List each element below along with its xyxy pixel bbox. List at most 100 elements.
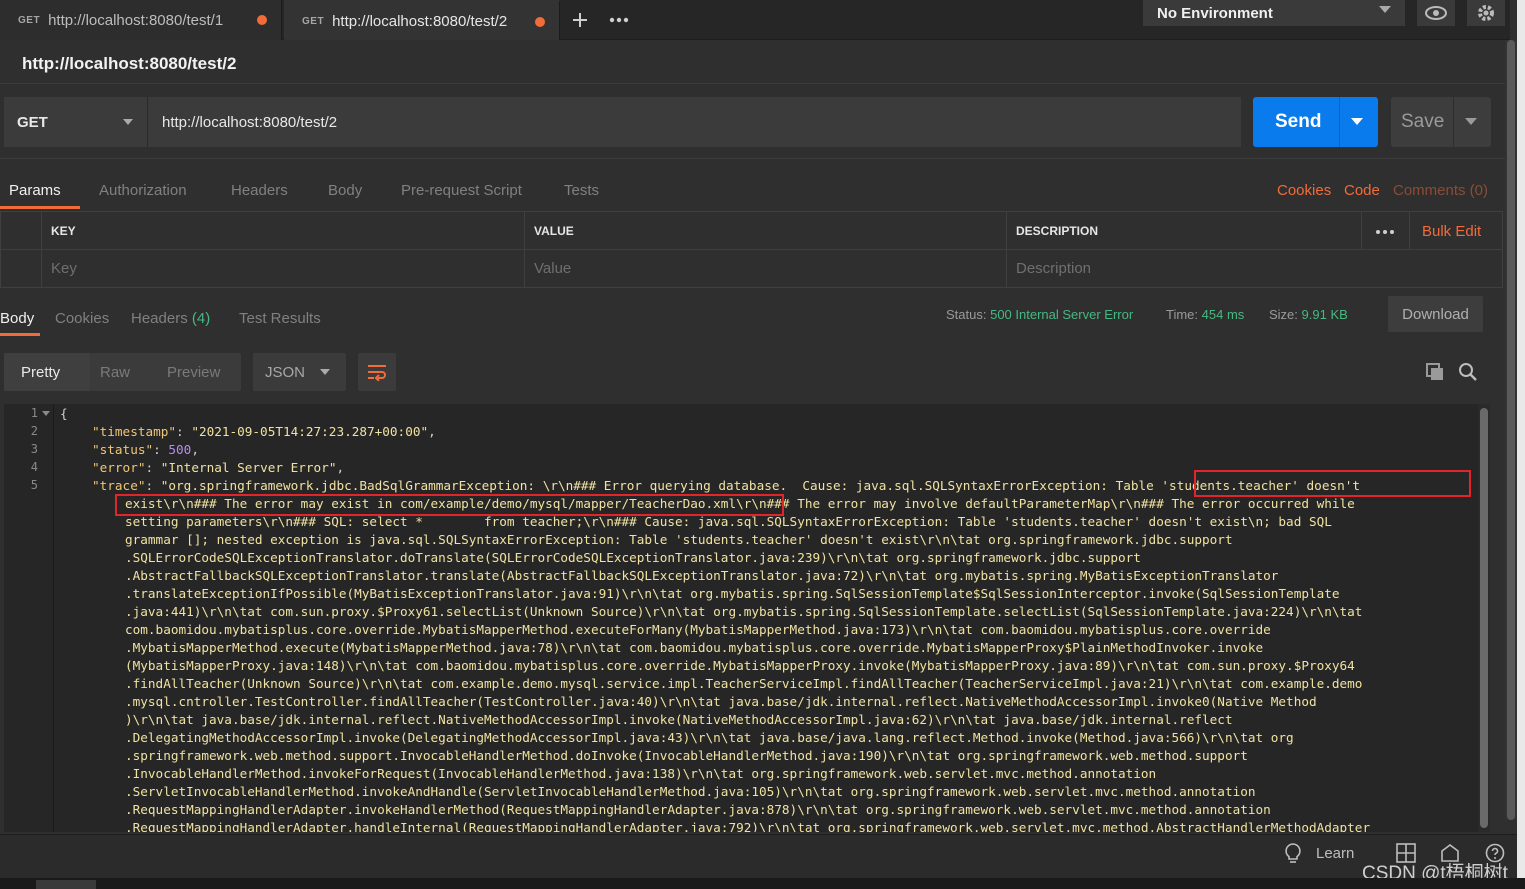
status-info: Status: 500 Internal Server Error	[946, 307, 1133, 322]
copy-icon	[1426, 363, 1443, 380]
chevron-down-icon	[320, 369, 330, 375]
request-tab-2[interactable]: GET http://localhost:8080/test/2	[284, 0, 560, 40]
new-tab-button[interactable]	[564, 4, 596, 36]
send-button[interactable]: Send	[1253, 97, 1378, 147]
request-tab-1[interactable]: GET http://localhost:8080/test/1	[0, 0, 282, 40]
format-select[interactable]: JSON	[253, 353, 346, 391]
format-label: JSON	[265, 363, 306, 381]
view-mode-selector: Pretty Raw Preview	[4, 353, 241, 391]
trace-line: .java:441)\r\n\tat com.sun.proxy.$Proxy6…	[125, 604, 1363, 619]
download-button[interactable]: Download	[1388, 296, 1483, 332]
environment-quick-look-button[interactable]	[1417, 0, 1455, 26]
line-number-gutter: 1 2 3 4 5	[4, 404, 54, 832]
line-number: 4	[30, 460, 38, 474]
status-value[interactable]: 500 Internal Server Error	[990, 307, 1133, 322]
headers-count-badge: (4)	[191, 310, 211, 327]
line-number: 3	[30, 442, 38, 456]
trace-line: .mysql.cntroller.TestController.findAllT…	[125, 694, 1317, 709]
fold-icon[interactable]	[42, 411, 50, 416]
unsaved-dot-icon	[257, 15, 267, 25]
view-pretty[interactable]: Pretty	[4, 353, 90, 391]
cookies-link[interactable]: Cookies	[1277, 182, 1331, 199]
json-key: "status"	[92, 442, 154, 457]
code-link[interactable]: Code	[1344, 182, 1380, 199]
bulb-icon[interactable]	[1283, 842, 1303, 869]
tab-url: http://localhost:8080/test/2	[332, 12, 508, 30]
size-info: Size: 9.91 KB	[1269, 307, 1348, 322]
trace-line: .AbstractFallbackSQLExceptionTranslator.…	[125, 568, 1279, 583]
window-scrollbar[interactable]	[1505, 40, 1517, 820]
tab-authorization[interactable]: Authorization	[99, 182, 187, 199]
params-table: KEY VALUE DESCRIPTION Key Value Descript…	[0, 211, 1503, 288]
row-checkbox[interactable]	[1, 250, 42, 288]
window-edge	[1517, 0, 1525, 889]
learn-link[interactable]: Learn	[1316, 845, 1354, 862]
trace-line: .SQLErrorCodeSQLExceptionTranslator.doTr…	[125, 550, 1141, 565]
chevron-down-icon[interactable]	[1351, 118, 1363, 125]
search-icon	[1459, 363, 1477, 381]
key-input[interactable]: Key	[42, 250, 525, 288]
unsaved-dot-icon	[535, 17, 545, 27]
environment-label: No Environment	[1157, 4, 1273, 22]
tab-params[interactable]: Params	[9, 182, 61, 199]
url-value: http://localhost:8080/test/2	[162, 113, 338, 131]
tab-tests[interactable]: Tests	[564, 182, 599, 199]
search-button[interactable]	[1458, 362, 1478, 387]
tab-bar: GET http://localhost:8080/test/1 GET htt…	[0, 0, 1510, 40]
key-column-header: KEY	[42, 212, 525, 250]
response-tab-test-results[interactable]: Test Results	[239, 310, 321, 327]
chevron-down-icon[interactable]	[1465, 118, 1477, 125]
highlight-box	[115, 494, 784, 516]
tab-options-button[interactable]	[602, 4, 636, 36]
active-tab-indicator	[0, 333, 40, 336]
value-column-header: VALUE	[525, 212, 1007, 250]
description-input[interactable]: Description	[1007, 250, 1503, 288]
time-value[interactable]: 454 ms	[1202, 307, 1245, 322]
json-number: 500	[168, 442, 192, 457]
response-tab-headers-label: Headers	[131, 310, 188, 327]
size-value[interactable]: 9.91 KB	[1302, 307, 1348, 322]
trace-line: .ServletInvocableHandlerMethod.invokeAnd…	[125, 784, 1256, 799]
comments-link[interactable]: Comments (0)	[1393, 182, 1488, 199]
url-input[interactable]: http://localhost:8080/test/2	[148, 97, 1241, 147]
save-button[interactable]: Save	[1391, 97, 1491, 147]
trace-line: .DelegatingMethodAccessorImpl.invoke(Del…	[125, 730, 1294, 745]
trace-line: .springframework.web.method.support.Invo…	[125, 748, 1248, 763]
line-number: 1	[30, 406, 38, 420]
trace-line: )\r\n\tat java.base/jdk.internal.reflect…	[125, 712, 1233, 727]
tab-body[interactable]: Body	[328, 182, 362, 199]
view-preview[interactable]: Preview	[167, 353, 237, 391]
eye-icon	[1425, 6, 1447, 20]
trace-line: .RequestMappingHandlerAdapter.handleInte…	[125, 820, 1371, 832]
tab-headers[interactable]: Headers	[231, 182, 288, 199]
response-body-editor[interactable]: 1 2 3 4 5 { "timestamp": "2021-09-05T14:…	[4, 404, 1490, 832]
method-select[interactable]: GET	[4, 97, 148, 147]
code-line: "timestamp": "2021-09-05T14:27:23.287+00…	[92, 424, 436, 439]
size-label: Size:	[1269, 307, 1298, 322]
request-title[interactable]: http://localhost:8080/test/2	[22, 54, 236, 74]
response-tab-body[interactable]: Body	[0, 310, 34, 327]
json-key: "error"	[92, 460, 146, 475]
response-tab-headers[interactable]: Headers (4)	[131, 310, 210, 327]
divider	[1361, 212, 1362, 249]
tab-pre-request-script[interactable]: Pre-request Script	[401, 182, 522, 199]
view-raw[interactable]: Raw	[100, 353, 150, 391]
trace-line: .RequestMappingHandlerAdapter.invokeHand…	[125, 802, 1271, 817]
environment-select[interactable]: No Environment	[1143, 0, 1405, 26]
value-input[interactable]: Value	[525, 250, 1007, 288]
taskbar-item	[36, 880, 96, 889]
code-line: "status": 500,	[92, 442, 199, 457]
scrollbar-thumb[interactable]	[1480, 408, 1488, 828]
params-options-button[interactable]	[1375, 219, 1395, 240]
plus-icon	[573, 13, 587, 27]
time-info: Time: 454 ms	[1166, 307, 1244, 322]
trace-line: .MybatisMapperMethod.execute(MybatisMapp…	[125, 640, 1264, 655]
editor-scrollbar[interactable]	[1478, 404, 1490, 832]
bulk-edit-link[interactable]: Bulk Edit	[1422, 223, 1481, 240]
scrollbar-thumb[interactable]	[1507, 40, 1515, 820]
more-icon	[609, 17, 629, 23]
wrap-lines-button[interactable]	[358, 353, 396, 391]
copy-button[interactable]	[1425, 362, 1445, 387]
response-tab-cookies[interactable]: Cookies	[55, 310, 109, 327]
manage-environments-button[interactable]	[1467, 0, 1505, 26]
